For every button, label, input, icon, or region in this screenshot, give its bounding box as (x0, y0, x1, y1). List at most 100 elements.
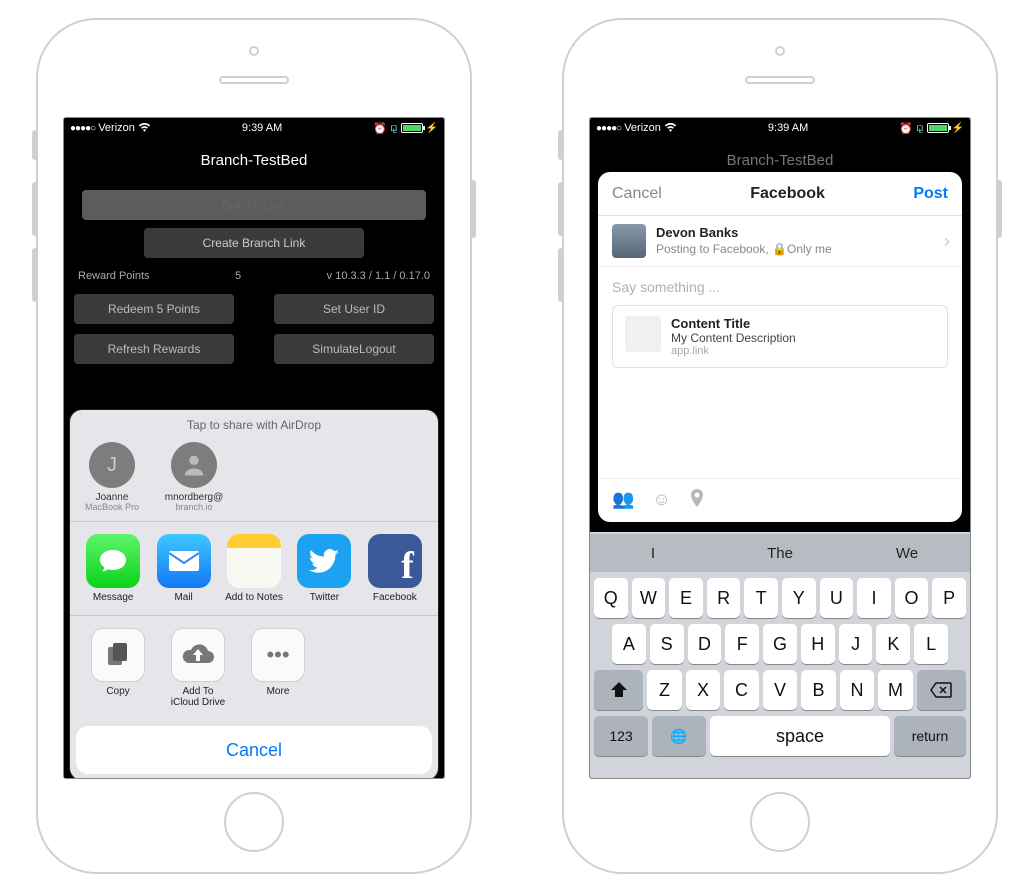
letter-key[interactable]: E (669, 578, 703, 618)
numbers-key[interactable]: 123 (594, 716, 648, 756)
chevron-right-icon: › (944, 231, 950, 252)
share-action-icloud[interactable]: Add To iCloud Drive (162, 628, 234, 708)
simulate-logout-button: SimulateLogout (274, 334, 434, 364)
mail-icon (157, 534, 211, 588)
share-action-label: Add To iCloud Drive (162, 686, 234, 708)
shift-key[interactable] (594, 670, 643, 710)
reward-points-label: Reward Points (78, 270, 150, 282)
letter-key[interactable]: Z (647, 670, 681, 710)
letter-key[interactable]: D (688, 624, 722, 664)
letter-key[interactable]: A (612, 624, 646, 664)
camera-icon (249, 46, 259, 56)
return-key[interactable]: return (894, 716, 966, 756)
notes-icon (227, 534, 281, 588)
share-action-more[interactable]: ••• More (242, 628, 314, 708)
share-app-twitter[interactable]: Twitter (293, 534, 355, 603)
letter-key[interactable]: U (820, 578, 854, 618)
create-branch-link-button: Create Branch Link (144, 228, 364, 258)
alarm-icon: ⏰ (899, 122, 913, 135)
letter-key[interactable]: N (840, 670, 874, 710)
emoji-icon[interactable]: ☺ (652, 489, 670, 512)
share-app-notes[interactable]: Add to Notes (223, 534, 285, 603)
clock-label: 9:39 AM (768, 122, 808, 134)
message-icon (86, 534, 140, 588)
version-label: v 10.3.3 / 1.1 / 0.17.0 (327, 270, 430, 282)
backspace-key[interactable] (917, 670, 966, 710)
bluetooth-icon: ⚼ (916, 122, 924, 135)
letter-key[interactable]: M (878, 670, 912, 710)
copy-icon (91, 628, 145, 682)
facebook-icon: f (368, 534, 422, 588)
letter-key[interactable]: J (839, 624, 873, 664)
compose-link-preview: Content Title My Content Description app… (612, 305, 948, 368)
prediction-key[interactable]: We (844, 534, 970, 572)
prediction-key[interactable]: I (590, 534, 717, 572)
link-title: Content Title (671, 316, 796, 331)
compose-text-input[interactable] (598, 267, 962, 301)
share-app-facebook[interactable]: f Facebook (364, 534, 426, 603)
airdrop-target-sublabel: MacBook Pro (80, 503, 144, 513)
letter-key[interactable]: Q (594, 578, 628, 618)
compose-user-name: Devon Banks (656, 225, 832, 241)
status-bar: ●●●●○ Verizon 9:39 AM ⏰ ⚼ ⚡ (590, 118, 970, 138)
compose-audience-label: Posting to Facebook, 🔒Only me (656, 242, 832, 257)
airdrop-avatar-icon: J (89, 442, 135, 488)
location-icon[interactable] (689, 489, 705, 512)
letter-key[interactable]: X (686, 670, 720, 710)
tag-friends-icon[interactable]: 👥 (612, 489, 634, 512)
letter-key[interactable]: V (763, 670, 797, 710)
airdrop-target-sublabel: branch.io (162, 503, 226, 513)
share-app-mail[interactable]: Mail (152, 534, 214, 603)
letter-key[interactable]: G (763, 624, 797, 664)
compose-title: Facebook (750, 185, 825, 203)
letter-key[interactable]: T (744, 578, 778, 618)
compose-cancel-button[interactable]: Cancel (612, 185, 662, 203)
phone-device-left: ●●●●○ Verizon 9:39 AM ⏰ ⚼ ⚡ Branch-TestB… (36, 18, 472, 874)
compose-post-button[interactable]: Post (913, 185, 948, 203)
letter-key[interactable]: I (857, 578, 891, 618)
redeem-points-button: Redeem 5 Points (74, 294, 234, 324)
letter-key[interactable]: C (724, 670, 758, 710)
wifi-icon (138, 122, 151, 135)
letter-key[interactable]: F (725, 624, 759, 664)
screen-left: ●●●●○ Verizon 9:39 AM ⏰ ⚼ ⚡ Branch-TestB… (64, 118, 444, 778)
share-sheet-header: Tap to share with AirDrop (70, 410, 438, 438)
home-button[interactable] (224, 792, 284, 852)
signal-dots-icon: ●●●●○ (596, 123, 621, 134)
share-action-copy[interactable]: Copy (82, 628, 154, 708)
letter-key[interactable]: H (801, 624, 835, 664)
share-app-message[interactable]: Message (82, 534, 144, 603)
user-avatar-icon (612, 224, 646, 258)
airdrop-target[interactable]: J Joanne MacBook Pro (80, 442, 144, 513)
nav-title: Branch-TestBed (64, 138, 444, 182)
share-app-label: Add to Notes (223, 592, 285, 603)
letter-key[interactable]: L (914, 624, 948, 664)
twitter-icon (297, 534, 351, 588)
battery-icon (401, 123, 423, 133)
facebook-compose-card: Cancel Facebook Post Devon Banks Posting… (598, 172, 962, 522)
share-cancel-button[interactable]: Cancel (76, 726, 432, 774)
keyboard-predictions: I The We (590, 534, 970, 572)
letter-key[interactable]: O (895, 578, 929, 618)
letter-key[interactable]: Y (782, 578, 816, 618)
letter-key[interactable]: K (876, 624, 910, 664)
share-app-label: Twitter (293, 592, 355, 603)
battery-icon (927, 123, 949, 133)
space-key[interactable]: space (710, 716, 890, 756)
letter-key[interactable]: R (707, 578, 741, 618)
letter-key[interactable]: P (932, 578, 966, 618)
letter-key[interactable]: B (801, 670, 835, 710)
home-button[interactable] (750, 792, 810, 852)
airdrop-avatar-icon (171, 442, 217, 488)
airdrop-target[interactable]: mnordberg@ branch.io (162, 442, 226, 513)
prediction-key[interactable]: The (717, 534, 844, 572)
letter-key[interactable]: W (632, 578, 666, 618)
wifi-icon (664, 122, 677, 135)
signal-dots-icon: ●●●●○ (70, 123, 95, 134)
compose-audience-row[interactable]: Devon Banks Posting to Facebook, 🔒Only m… (598, 216, 962, 267)
alarm-icon: ⏰ (373, 122, 387, 135)
share-action-label: Copy (82, 686, 154, 697)
letter-key[interactable]: S (650, 624, 684, 664)
globe-key[interactable]: 🌐 (652, 716, 706, 756)
charging-icon: ⚡ (426, 123, 438, 134)
